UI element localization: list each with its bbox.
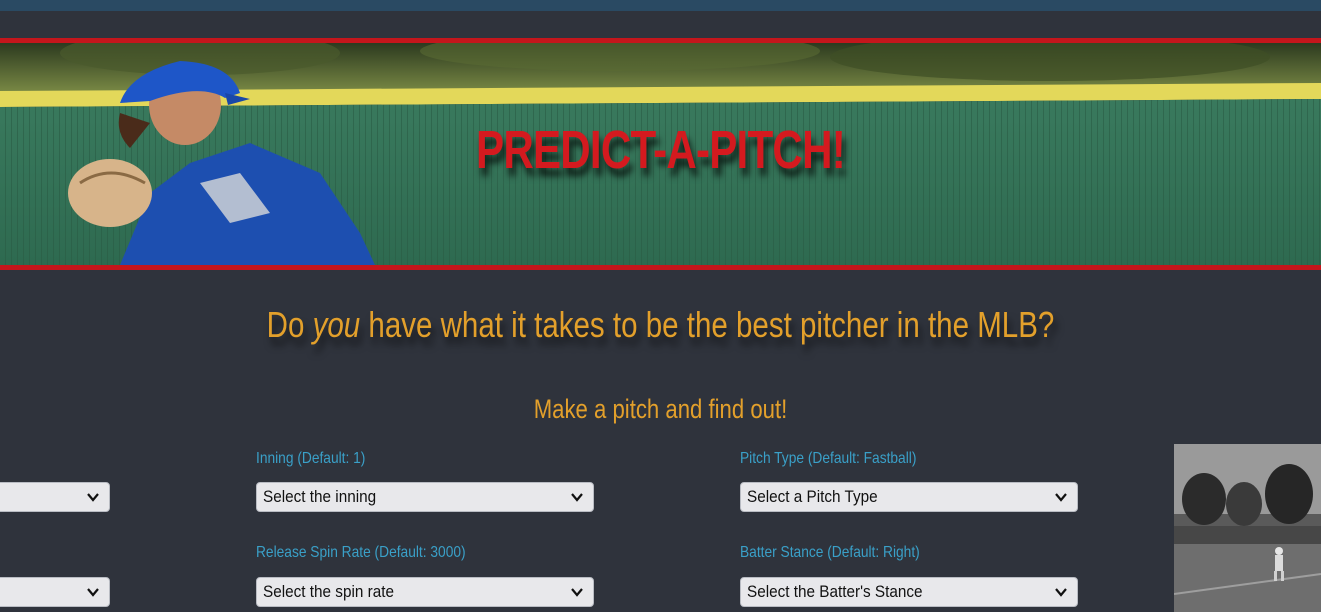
spin-rate-select[interactable]: Select the spin rate — [256, 577, 594, 607]
left-column-select-2[interactable] — [0, 577, 110, 607]
headline-text-end: have what it takes to be the best pitche… — [360, 304, 1055, 345]
chevron-down-icon — [1055, 493, 1067, 502]
chevron-down-icon — [571, 588, 583, 597]
inning-select-value: Select the inning — [263, 487, 377, 506]
pitch-type-label: Pitch Type (Default: Fastball) — [740, 450, 917, 467]
batter-stance-select-value: Select the Batter's Stance — [747, 582, 923, 601]
pitch-type-select[interactable]: Select a Pitch Type — [740, 482, 1078, 512]
vintage-baseball-video[interactable] — [1174, 444, 1321, 612]
spin-rate-label: Release Spin Rate (Default: 3000) — [256, 544, 466, 561]
inning-select[interactable]: Select the inning — [256, 482, 594, 512]
headline-text-start: Do — [266, 304, 313, 345]
hero-subheadline: Make a pitch and find out! — [533, 394, 788, 424]
chevron-down-icon — [571, 493, 583, 502]
batter-stance-label: Batter Stance (Default: Right) — [740, 544, 920, 561]
chevron-down-icon — [87, 588, 99, 597]
batter-stance-select[interactable]: Select the Batter's Stance — [740, 577, 1078, 607]
app-title: PREDICT-A-PITCH! — [476, 120, 846, 180]
headline-emphasis: you — [312, 304, 361, 345]
left-column-select-1[interactable] — [0, 482, 110, 512]
chevron-down-icon — [87, 493, 99, 502]
spin-rate-select-value: Select the spin rate — [263, 582, 394, 601]
vintage-field-image — [1174, 444, 1321, 612]
header-banner: PREDICT-A-PITCH! — [0, 38, 1321, 270]
top-nav-bar — [0, 0, 1321, 11]
pitch-type-select-value: Select a Pitch Type — [747, 487, 878, 506]
hero-headline: Do you have what it takes to be the best… — [119, 304, 1202, 346]
chevron-down-icon — [1055, 588, 1067, 597]
inning-label: Inning (Default: 1) — [256, 450, 366, 467]
